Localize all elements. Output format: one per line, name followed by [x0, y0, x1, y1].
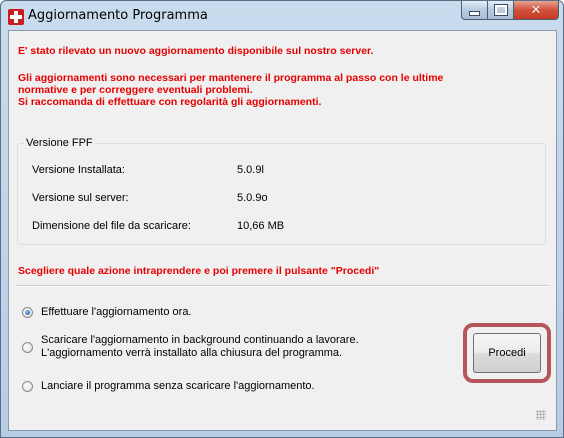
- option-skip-update-radio[interactable]: [22, 381, 33, 392]
- option-background-label-line1[interactable]: Scaricare l'aggiornamento in background …: [41, 334, 359, 347]
- window-title: Aggiornamento Programma: [28, 8, 208, 23]
- update-necessity-message-line2: normative e per correggere eventuali pro…: [18, 84, 253, 96]
- resize-grip[interactable]: [536, 410, 546, 420]
- close-button[interactable]: ✕: [514, 1, 559, 20]
- maximize-button[interactable]: [488, 1, 514, 20]
- version-group-title: Versione FPF: [24, 137, 95, 149]
- update-window: Aggiornamento Programma ✕ E' stato rilev…: [0, 0, 564, 438]
- installed-version-label: Versione Installata:: [32, 164, 125, 176]
- procedi-button[interactable]: Procedi: [473, 333, 541, 373]
- update-necessity-message-line1: Gli aggiornamenti sono necessari per man…: [18, 72, 444, 84]
- minimize-button[interactable]: [461, 1, 488, 20]
- minimize-icon: [469, 10, 480, 16]
- window-controls: ✕: [461, 1, 559, 21]
- version-groupbox: Versione FPF Versione Installata: 5.0.9l…: [17, 137, 546, 245]
- update-detected-message: E' stato rilevato un nuovo aggiornamento…: [18, 45, 374, 57]
- instruction-text: Scegliere quale azione intraprendere e p…: [18, 265, 380, 277]
- title-bar[interactable]: Aggiornamento Programma ✕: [1, 1, 563, 29]
- option-background-label-line2[interactable]: L'aggiornamento verrà installato alla ch…: [41, 347, 342, 360]
- download-size-label: Dimensione del file da scaricare:: [32, 220, 191, 232]
- update-recommendation-message: Si raccomanda di effettuare con regolari…: [18, 96, 322, 108]
- red-cross-icon: [8, 9, 24, 25]
- option-skip-update-label[interactable]: Lanciare il programma senza scaricare l'…: [41, 380, 315, 393]
- download-size-value: 10,66 MB: [237, 220, 285, 232]
- option-update-now-label[interactable]: Effettuare l'aggiornamento ora.: [41, 306, 192, 319]
- close-icon: ✕: [530, 2, 542, 18]
- option-background-radio[interactable]: [22, 342, 33, 353]
- option-update-now-radio[interactable]: [22, 307, 33, 318]
- server-version-label: Versione sul server:: [32, 192, 129, 204]
- server-version-value: 5.0.9o: [237, 192, 268, 204]
- separator: [17, 285, 548, 287]
- installed-version-value: 5.0.9l: [237, 164, 264, 176]
- maximize-icon: [493, 4, 508, 16]
